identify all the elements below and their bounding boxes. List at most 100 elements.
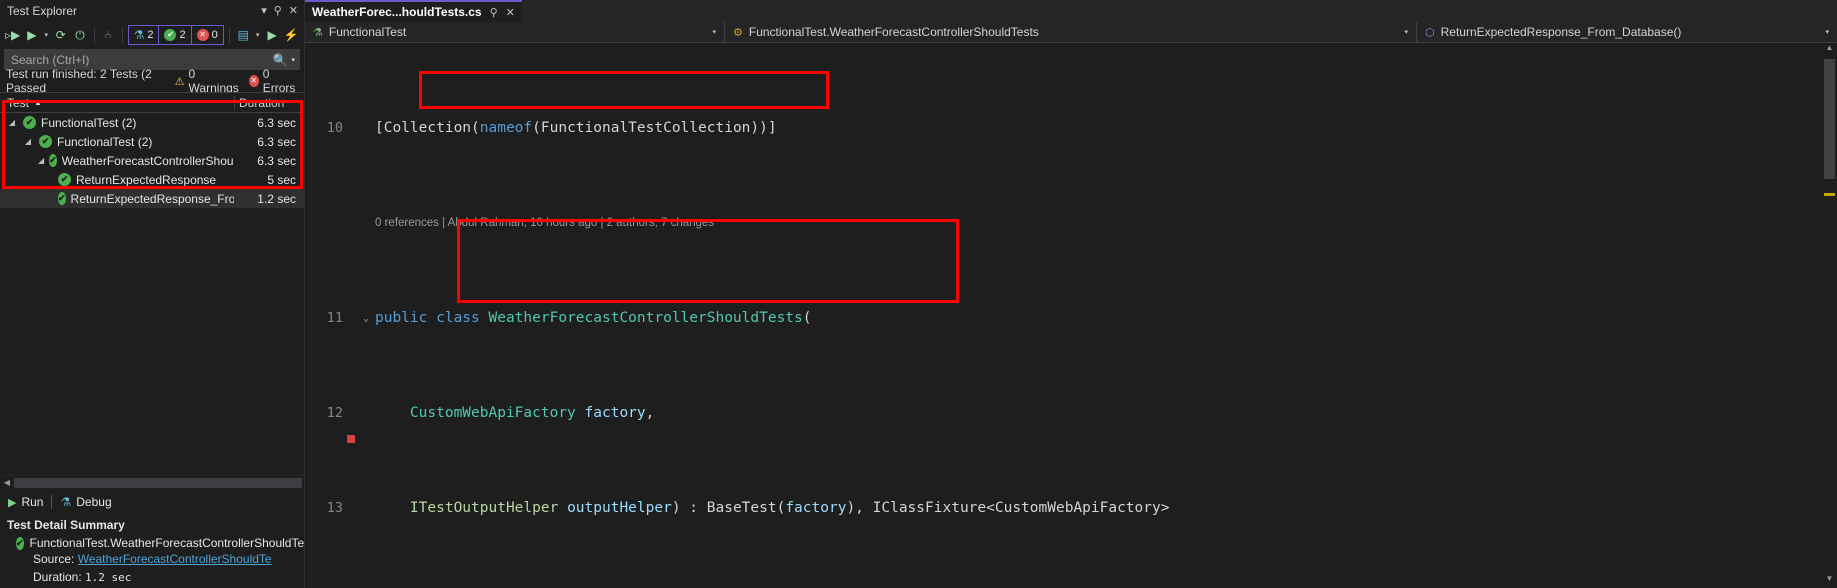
source-link[interactable]: WeatherForecastControllerShouldTe <box>78 552 272 566</box>
line-number: 10 <box>326 120 343 136</box>
chevron-down-icon[interactable]: ▾ <box>261 5 267 17</box>
close-icon[interactable]: ✕ <box>289 5 298 17</box>
test-node-duration: 6.3 sec <box>257 115 296 130</box>
nav-class-label: FunctionalTest.WeatherForecastController… <box>748 25 1039 39</box>
chevron-down-icon[interactable]: ▾ <box>1825 28 1837 36</box>
passed-icon: ✔ <box>58 173 71 186</box>
tab-weatherforecastcontrollershouldtests[interactable]: WeatherForec...houldTests.cs ⚲ ✕ <box>305 0 522 22</box>
detail-duration-row: Duration: 1.2 sec <box>0 570 304 588</box>
run-dropdown-caret[interactable]: ▾ <box>42 31 50 39</box>
test-counts-group: ⚗ 2 ✔ 2 ✕ 0 <box>127 25 224 45</box>
change-bar <box>349 119 359 138</box>
scrollbar-track[interactable] <box>14 477 302 488</box>
debug-button[interactable]: ⚗ Debug <box>60 495 111 509</box>
count-total[interactable]: ⚗ 2 <box>129 26 160 44</box>
line-number: 12 <box>326 405 343 421</box>
group-by-icon[interactable]: ▤ <box>235 25 252 45</box>
flask-icon: ⚗ <box>133 28 145 42</box>
nav-project-label: FunctionalTest <box>328 25 407 39</box>
detail-action-bar: ▶ Run ⚗ Debug <box>0 492 304 512</box>
repeat-last-run-icon[interactable]: ⟳ <box>52 25 69 45</box>
scroll-marker <box>1824 193 1835 196</box>
column-test-label: Test <box>7 95 30 110</box>
column-duration[interactable]: Duration <box>234 95 304 110</box>
search-input[interactable] <box>9 51 273 68</box>
stop-icon[interactable]: ⏻ <box>71 25 88 45</box>
search-icon[interactable]: 🔍 <box>273 53 288 67</box>
scroll-down-icon[interactable]: ▼ <box>1822 574 1837 588</box>
count-total-value: 2 <box>147 29 154 41</box>
method-icon: ⬡ <box>1425 26 1435 39</box>
test-node-duration: 6.3 sec <box>257 134 296 149</box>
scrollbar-thumb[interactable] <box>1824 59 1835 179</box>
column-test[interactable]: Test ▲ <box>0 96 234 110</box>
play-icon: ▶ <box>8 496 17 509</box>
scroll-left-icon[interactable]: ◀ <box>0 478 14 487</box>
pin-icon[interactable]: ⚲ <box>274 5 282 17</box>
expander-icon[interactable]: ◢ <box>6 118 18 127</box>
test-run-status-bar: Test run finished: 2 Tests (2 Passed ⚠ 0… <box>0 67 304 95</box>
test-node-duration: 6.3 sec <box>257 153 296 168</box>
test-explorer-titlebar: Test Explorer ▾ ⚲ ✕ <box>0 0 304 22</box>
test-tree-horizontal-scrollbar[interactable]: ◀ <box>0 475 304 489</box>
error-icon: ✕ <box>248 75 259 87</box>
source-label: Source: <box>33 552 75 566</box>
group-by-caret[interactable]: ▾ <box>254 31 262 39</box>
table-row[interactable]: ◢ ✔ FunctionalTest (2) 6.3 sec <box>0 132 304 151</box>
table-row[interactable]: ✔ ReturnExpectedResponse_From_Dat... 1.2… <box>0 189 304 208</box>
scroll-up-icon[interactable]: ▲ <box>1822 43 1837 57</box>
divider <box>51 495 53 509</box>
code-line: 13 ITestOutputHelper outputHelper) : Bas… <box>305 499 1837 518</box>
editor-tab-strip: WeatherForec...houldTests.cs ⚲ ✕ <box>305 0 1837 22</box>
test-tree: ◢ ✔ FunctionalTest (2) 6.3 sec ◢ ✔ Funct… <box>0 113 304 475</box>
change-bar <box>349 499 359 518</box>
warnings-status: ⚠ 0 Warnings <box>175 67 239 95</box>
project-icon: ⚗ <box>313 26 323 39</box>
pin-icon[interactable]: ⚲ <box>490 6 498 19</box>
table-row[interactable]: ◢ ✔ FunctionalTest (2) 6.3 sec <box>0 113 304 132</box>
test-node-duration: 5 sec <box>267 172 296 187</box>
search-options-caret[interactable]: ▾ <box>291 56 295 64</box>
breakpoint-marker <box>347 435 355 443</box>
passed-icon: ✔ <box>49 154 57 167</box>
test-node-label: FunctionalTest (2) <box>41 115 137 130</box>
test-explorer-toolbar: ▹▶ ▶ ▾ ⟳ ⏻ ⑃ ⚗ 2 ✔ 2 ✕ 0 ▤ ▾ ▶ ⚡ <box>0 22 304 48</box>
table-row[interactable]: ◢ ✔ WeatherForecastControllerShouldTests… <box>0 151 304 170</box>
count-passed[interactable]: ✔ 2 <box>159 26 192 44</box>
nav-member-dropdown[interactable]: ⬡ ReturnExpectedResponse_From_Database()… <box>1417 22 1837 42</box>
chevron-down-icon[interactable]: ▾ <box>712 28 724 36</box>
editor-navigation-bar: ⚗ FunctionalTest ▾ ⚙ FunctionalTest.Weat… <box>305 22 1837 43</box>
playlist-icon[interactable]: ▶ <box>264 25 281 45</box>
duration-value: 1.2 sec <box>85 571 132 584</box>
fold-indicator[interactable]: ⌄ <box>359 309 373 328</box>
test-node-label: FunctionalTest (2) <box>57 134 153 149</box>
test-node-label: WeatherForecastControllerShouldTests .. <box>61 153 234 168</box>
duration-label: Duration: <box>33 570 82 584</box>
toolbar-divider-3 <box>228 27 230 43</box>
warnings-text: 0 Warnings <box>188 67 239 95</box>
nav-member-label: ReturnExpectedResponse_From_Database() <box>1440 25 1682 39</box>
code-text-l10: [Collection(nameof(FunctionalTestCollect… <box>375 120 777 136</box>
table-row[interactable]: ✔ ReturnExpectedResponse 5 sec <box>0 170 304 189</box>
nav-project-dropdown[interactable]: ⚗ FunctionalTest ▾ <box>305 22 725 42</box>
codelens-l10[interactable]: 0 references | Abdul Rahman, 10 hours ag… <box>373 214 714 233</box>
nav-class-dropdown[interactable]: ⚙ FunctionalTest.WeatherForecastControll… <box>725 22 1417 42</box>
detail-source-row: Source: WeatherForecastControllerShouldT… <box>0 552 304 570</box>
count-failed[interactable]: ✕ 0 <box>192 26 223 44</box>
editor-vertical-scrollbar[interactable]: ▲ ▼ <box>1822 43 1837 588</box>
run-all-tests-icon[interactable]: ▹▶ <box>4 25 21 45</box>
settings-icon[interactable]: ⚡ <box>283 25 300 45</box>
chevron-down-icon[interactable]: ▾ <box>1404 28 1416 36</box>
close-icon[interactable]: ✕ <box>506 6 515 19</box>
code-editor[interactable]: 10 [Collection(nameof(FunctionalTestColl… <box>305 43 1837 588</box>
run-icon[interactable]: ▶ <box>23 25 40 45</box>
test-node-duration: 1.2 sec <box>257 191 296 206</box>
expander-icon[interactable]: ◢ <box>38 156 44 165</box>
expander-icon[interactable]: ◢ <box>22 137 34 146</box>
code-text-l13: ITestOutputHelper outputHelper) : BaseTe… <box>409 500 1170 516</box>
warning-icon: ⚠ <box>174 75 185 88</box>
passed-icon: ✔ <box>58 192 66 205</box>
run-button[interactable]: ▶ Run <box>8 495 43 509</box>
filter-icon[interactable]: ⑃ <box>99 25 116 45</box>
visual-studio-window: Test Explorer ▾ ⚲ ✕ ▹▶ ▶ ▾ ⟳ ⏻ ⑃ ⚗ 2 ✔ 2… <box>0 0 1837 588</box>
